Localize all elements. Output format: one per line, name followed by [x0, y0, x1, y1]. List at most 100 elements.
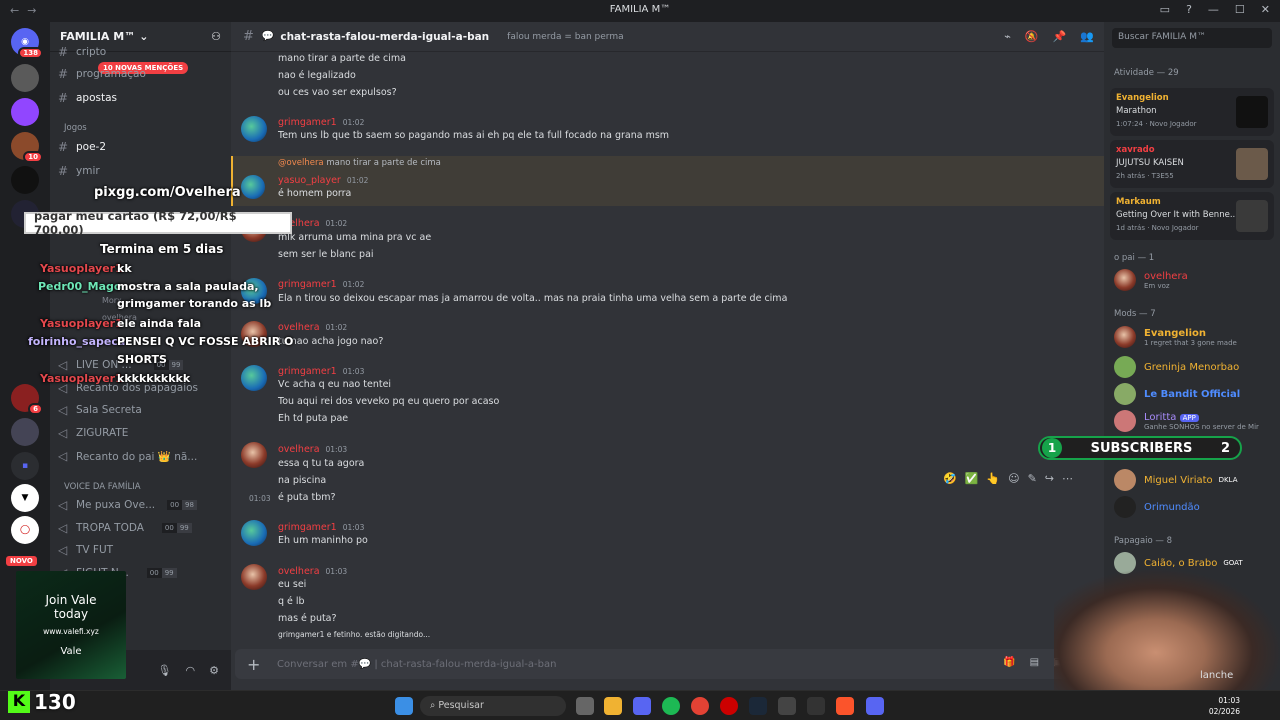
vale-url: www.valefi.xyz	[43, 627, 99, 636]
voice-channel[interactable]: ◁ TV FUT	[58, 540, 113, 560]
chevron-down-icon: ⌄	[139, 30, 149, 43]
steam-icon[interactable]	[749, 697, 767, 715]
search-input[interactable]: Buscar FAMILIA M™	[1112, 28, 1272, 48]
avatar[interactable]	[241, 116, 267, 142]
voice-channel[interactable]: ◁ Me puxa Ove... 00 98	[58, 495, 197, 515]
task-view-icon[interactable]	[576, 697, 594, 715]
message-author[interactable]: ovelhera 01:03	[278, 566, 347, 577]
help-icon[interactable]: ?	[1186, 3, 1192, 16]
discord-icon[interactable]	[866, 697, 884, 715]
member-item[interactable]: Le Bandit Official	[1114, 381, 1240, 407]
server-icon[interactable]	[11, 418, 39, 446]
threads-icon[interactable]: ⌁	[1004, 30, 1011, 43]
avatar[interactable]	[241, 564, 267, 590]
avatar[interactable]	[241, 442, 267, 468]
message-composer[interactable]: + Conversar em #💬 | chat-rasta-falou-mer…	[235, 649, 1095, 679]
bell-icon[interactable]: 🔕	[1025, 30, 1039, 43]
server-icon[interactable]	[11, 64, 39, 92]
chat-text: mostra a sala paulada,	[117, 280, 259, 293]
message-author[interactable]: grimgamer1 01:02	[278, 117, 364, 128]
activity-header: Atividade — 29	[1114, 68, 1179, 78]
message-author[interactable]: grimgamer1 01:03	[278, 366, 364, 377]
member-item[interactable]: Greninja Menorbao	[1114, 354, 1239, 380]
message-author[interactable]: ovelhera 01:03	[278, 444, 347, 455]
voice-channel[interactable]: ◁ Sala Secreta	[58, 400, 142, 420]
add-reaction-icon[interactable]: ☺	[1008, 472, 1019, 485]
voice-channel[interactable]: ◁ Recanto do pai 👑 nã...	[58, 446, 197, 466]
explorer-icon[interactable]	[604, 697, 622, 715]
gear-icon[interactable]: ⚙	[209, 664, 219, 677]
avatar	[1114, 326, 1136, 348]
minimize-icon[interactable]: —	[1208, 3, 1219, 16]
avatar[interactable]	[241, 175, 265, 199]
message-author[interactable]: ovelhera 01:02	[278, 322, 347, 333]
chat-text: PENSEI Q VC FOSSE ABRIR O	[117, 335, 294, 348]
channel-item[interactable]: # ymir	[58, 161, 100, 181]
message-author[interactable]: yasuo_player 01:02	[278, 175, 368, 186]
close-icon[interactable]: ✕	[1261, 3, 1270, 16]
twitch-server-icon[interactable]	[11, 98, 39, 126]
server-icon[interactable]: ▼	[11, 484, 39, 512]
channel-topic[interactable]: falou merda = ban perma	[507, 32, 623, 42]
discord-home-icon[interactable]: ◉ 138	[11, 28, 43, 59]
add-attachment-icon[interactable]: +	[247, 655, 271, 674]
composer-placeholder: Conversar em #💬 | chat-rasta-falou-merda…	[277, 658, 557, 670]
message-author[interactable]: grimgamer1 01:03	[278, 522, 364, 533]
donation-goal-card: pagar meu cartao (R$ 72,00/R$ 700,00)	[24, 209, 292, 237]
reply-preview[interactable]: @ovelhera mano tirar a parte de cima	[278, 158, 441, 168]
maximize-icon[interactable]: ☐	[1235, 3, 1245, 16]
hash-icon: #	[58, 45, 69, 59]
opera-icon[interactable]	[720, 697, 738, 715]
server-icon[interactable]: 10	[11, 132, 43, 163]
pin-icon[interactable]: 📌	[1053, 30, 1067, 43]
voice-channel[interactable]: ◁ TROPA TODA 00 99	[58, 518, 192, 538]
reaction-icon[interactable]: 👆	[986, 472, 1000, 485]
member-item[interactable]: Loritta APP Ganhe SONHOS no server de Mir	[1114, 408, 1259, 434]
gift-icon[interactable]: 🎁	[1003, 657, 1015, 668]
category-jogos[interactable]: Jogos	[64, 123, 87, 133]
member-item[interactable]: Orimundão	[1114, 494, 1200, 520]
message-author[interactable]: grimgamer1 01:02	[278, 279, 364, 290]
app-icon[interactable]	[633, 697, 651, 715]
add-member-icon[interactable]: ⚇	[211, 30, 221, 43]
member-item[interactable]: ovelhera Em voz	[1114, 267, 1188, 293]
gif-icon[interactable]: ▤	[1030, 657, 1039, 668]
more-icon[interactable]: ⋯	[1062, 472, 1073, 485]
activity-card[interactable]: xavrado JUJUTSU KAISEN 2h atrás · T3E55	[1110, 140, 1274, 188]
channel-item[interactable]: # apostas	[58, 88, 117, 108]
app-icon[interactable]	[807, 697, 825, 715]
server-icon[interactable]	[11, 166, 39, 194]
mic-icon[interactable]: 🎙	[158, 664, 172, 677]
channel-item[interactable]: # programação	[58, 64, 146, 84]
voice-channel[interactable]: ◁ ZIGURATE	[58, 423, 128, 443]
category-voice[interactable]: VOICE DA FAMÍLIA	[64, 482, 141, 492]
reply-icon[interactable]: ↪	[1045, 472, 1054, 485]
chat-nick: Yasuoplayer1	[40, 262, 123, 275]
inline-timestamp: 01:03	[249, 494, 271, 503]
edit-icon[interactable]: ✎	[1028, 472, 1037, 485]
channel-item[interactable]: # poe-2	[58, 137, 106, 157]
headphone-icon[interactable]: ◠	[186, 664, 196, 677]
inbox-icon[interactable]: ▭	[1160, 3, 1170, 16]
windows-start-icon[interactable]	[395, 697, 413, 715]
member-item[interactable]: Evangelion 1 regret that 3 gone made	[1114, 324, 1237, 350]
server-icon[interactable]: ◯	[11, 516, 39, 544]
reaction-icon[interactable]: 🤣	[943, 472, 957, 485]
avatar[interactable]	[241, 520, 267, 546]
chat-text: kkkkkkkkkk	[117, 372, 191, 385]
activity-card[interactable]: Markaum Getting Over It with Benne... 1d…	[1110, 192, 1274, 240]
server-icon[interactable]: 6	[11, 384, 43, 415]
app-icon[interactable]	[778, 697, 796, 715]
reaction-icon[interactable]: ✅	[965, 472, 979, 485]
brave-icon[interactable]	[836, 697, 854, 715]
activity-card[interactable]: Evangelion Marathon 1:07:24 · Novo Jogad…	[1110, 88, 1274, 136]
avatar[interactable]	[241, 365, 267, 391]
channel-item[interactable]: # cripto	[58, 42, 106, 62]
spotify-icon[interactable]	[662, 697, 680, 715]
member-item[interactable]: Miguel Viriato DKLA	[1114, 467, 1238, 493]
folder-icon[interactable]: ▪	[11, 452, 39, 480]
chrome-icon[interactable]	[691, 697, 709, 715]
members-icon[interactable]: 👥	[1080, 30, 1094, 43]
sub-count-right: 2	[1220, 440, 1230, 456]
taskbar-search[interactable]: ⌕ Pesquisar	[420, 696, 566, 716]
